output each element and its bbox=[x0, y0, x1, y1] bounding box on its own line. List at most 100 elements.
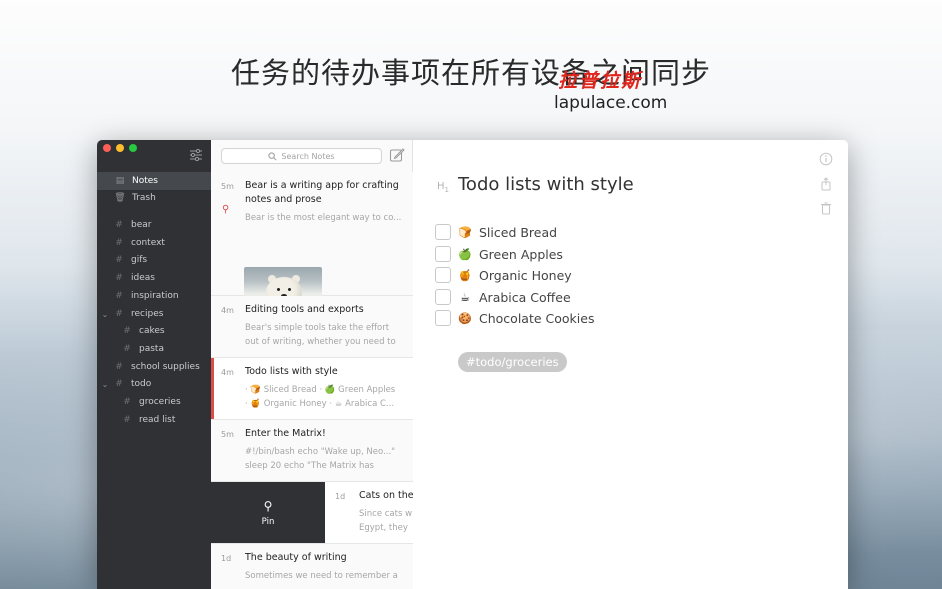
todo-text[interactable]: Arabica Coffee bbox=[479, 290, 571, 305]
compose-icon[interactable] bbox=[389, 147, 405, 163]
filter-icon[interactable] bbox=[189, 149, 203, 161]
watermark-cn: 拉普拉斯 bbox=[558, 70, 643, 92]
sidebar-item-label: Trash bbox=[132, 193, 156, 203]
sidebar-tag-inspiration[interactable]: # inspiration bbox=[97, 287, 211, 305]
cookie-icon: 🍪 bbox=[458, 311, 472, 325]
note-time: 5m bbox=[221, 182, 234, 191]
note-preview: · 🍯 Organic Honey · ☕ Arabica C... bbox=[245, 399, 395, 409]
chevron-down-icon[interactable]: ⌄ bbox=[100, 380, 110, 389]
note-title: The beauty of writing bbox=[245, 552, 347, 563]
todo-checkbox[interactable] bbox=[435, 267, 451, 283]
sidebar-tag-recipes[interactable]: ⌄ # recipes bbox=[97, 305, 211, 323]
honey-icon: 🍯 bbox=[458, 268, 472, 282]
sidebar-tag-school-supplies[interactable]: # school supplies bbox=[97, 358, 211, 376]
heading-marker-level: 1 bbox=[444, 186, 449, 194]
todo-checkbox[interactable] bbox=[435, 246, 451, 262]
todo-text[interactable]: Organic Honey bbox=[479, 268, 572, 283]
minimize-button[interactable] bbox=[116, 144, 124, 152]
hash-icon: # bbox=[115, 362, 123, 372]
sidebar-item-label: context bbox=[131, 238, 165, 248]
tag-pill[interactable]: #todo/groceries bbox=[458, 352, 567, 372]
sidebar-item-label: cakes bbox=[139, 326, 165, 336]
chevron-down-icon[interactable]: ⌄ bbox=[100, 310, 110, 319]
sidebar-tag-todo[interactable]: ⌄ # todo bbox=[97, 375, 211, 393]
todo-item: 🍞 Sliced Bread bbox=[435, 223, 557, 241]
todo-item: 🍏 Green Apples bbox=[435, 245, 563, 263]
sidebar-item-label: todo bbox=[131, 379, 152, 389]
note-preview: Bear's simple tools take the effort out … bbox=[245, 323, 396, 347]
note-time: 1d bbox=[335, 492, 346, 501]
todo-checkbox[interactable] bbox=[435, 310, 451, 326]
note-item[interactable]: 5m ⚲ Bear is a writing app for crafting … bbox=[211, 172, 413, 328]
window-controls bbox=[103, 144, 137, 152]
sidebar-tag-ideas[interactable]: # ideas bbox=[97, 269, 211, 287]
note-time: 4m bbox=[221, 368, 234, 377]
todo-item: 🍯 Organic Honey bbox=[435, 266, 572, 284]
todo-text[interactable]: Chocolate Cookies bbox=[479, 311, 594, 326]
note-title: Bear is a writing app for crafting notes… bbox=[245, 180, 399, 205]
note-title: Todo lists with style bbox=[245, 366, 338, 377]
note-item[interactable]: 4m Editing tools and exports Bear's simp… bbox=[211, 296, 413, 358]
hash-icon: # bbox=[115, 309, 123, 319]
search-placeholder: Search Notes bbox=[281, 151, 335, 161]
note-preview: · 🍞 Sliced Bread · 🍏 Green Apples bbox=[245, 385, 396, 395]
note-item-swiped[interactable]: ⚲ Pin 1d Cats on the Since cats w Egypt,… bbox=[211, 482, 413, 544]
hash-icon: # bbox=[115, 379, 123, 389]
share-icon[interactable] bbox=[819, 177, 833, 191]
sidebar-tag-context[interactable]: # context bbox=[97, 234, 211, 252]
sidebar-tag-gifs[interactable]: # gifs bbox=[97, 251, 211, 269]
bread-icon: 🍞 bbox=[458, 225, 472, 239]
close-button[interactable] bbox=[103, 144, 111, 152]
note-time: 4m bbox=[221, 306, 234, 315]
hash-icon: # bbox=[123, 326, 131, 336]
sidebar-item-notes[interactable]: ▤ Notes bbox=[97, 172, 211, 190]
note-preview: Since cats w Egypt, they w bbox=[359, 509, 413, 533]
trash-icon[interactable] bbox=[819, 201, 833, 215]
trash-icon: 🗑 bbox=[114, 193, 126, 203]
zoom-button[interactable] bbox=[129, 144, 137, 152]
sidebar-item-label: pasta bbox=[139, 344, 164, 354]
heading-marker-letter: H bbox=[437, 181, 445, 192]
search-input[interactable]: Search Notes bbox=[221, 148, 382, 164]
todo-text[interactable]: Sliced Bread bbox=[479, 225, 557, 240]
hash-icon: # bbox=[115, 291, 123, 301]
note-item[interactable]: 1d The beauty of writing Sometimes we ne… bbox=[211, 544, 413, 589]
hash-icon: # bbox=[115, 220, 123, 230]
hash-icon: # bbox=[115, 255, 123, 265]
sidebar-item-label: read list bbox=[139, 415, 176, 425]
todo-checkbox[interactable] bbox=[435, 224, 451, 240]
info-icon[interactable] bbox=[819, 152, 833, 166]
watermark-url: lapulace.com bbox=[554, 93, 668, 113]
note-preview: #!/bin/bash echo "Wake up, Neo..." sleep… bbox=[245, 447, 396, 471]
pin-icon: ⚲ bbox=[222, 204, 230, 215]
hash-icon: # bbox=[123, 415, 131, 425]
sidebar-tag-bear[interactable]: # bear bbox=[97, 216, 211, 234]
todo-text[interactable]: Green Apples bbox=[479, 247, 563, 262]
sidebar-tag-groceries[interactable]: # groceries bbox=[97, 393, 211, 411]
hash-icon: # bbox=[123, 397, 131, 407]
note-item[interactable]: 5m Enter the Matrix! #!/bin/bash echo "W… bbox=[211, 420, 413, 482]
sidebar-item-label: recipes bbox=[131, 309, 164, 319]
note-title: Cats on the bbox=[359, 490, 413, 501]
todo-checkbox[interactable] bbox=[435, 289, 451, 305]
todo-item: 🍪 Chocolate Cookies bbox=[435, 309, 594, 327]
pin-action-label: Pin bbox=[261, 517, 275, 527]
sidebar-item-label: Notes bbox=[132, 176, 158, 186]
pin-action-button[interactable]: ⚲ Pin bbox=[211, 482, 325, 543]
sidebar: ▤ Notes 🗑 Trash # bear # context # gifs … bbox=[97, 140, 211, 589]
sidebar-item-label: school supplies bbox=[131, 362, 200, 372]
banner-headline: 任务的待办事项在所有设备之间同步 bbox=[230, 56, 711, 90]
sidebar-tag-cakes[interactable]: # cakes bbox=[97, 322, 211, 340]
sidebar-tag-read-list[interactable]: # read list bbox=[97, 411, 211, 429]
apple-icon: 🍏 bbox=[458, 247, 472, 261]
sidebar-item-trash[interactable]: 🗑 Trash bbox=[97, 189, 211, 207]
document-title[interactable]: Todo lists with style bbox=[458, 174, 634, 195]
hash-icon: # bbox=[115, 273, 123, 283]
sidebar-item-label: ideas bbox=[131, 273, 155, 283]
heading-marker: H1 bbox=[437, 181, 449, 194]
note-title: Enter the Matrix! bbox=[245, 428, 326, 439]
note-time: 1d bbox=[221, 554, 232, 563]
note-item-selected[interactable]: 4m Todo lists with style · 🍞 Sliced Brea… bbox=[211, 358, 413, 420]
notes-icon: ▤ bbox=[115, 176, 125, 186]
sidebar-tag-pasta[interactable]: # pasta bbox=[97, 340, 211, 358]
